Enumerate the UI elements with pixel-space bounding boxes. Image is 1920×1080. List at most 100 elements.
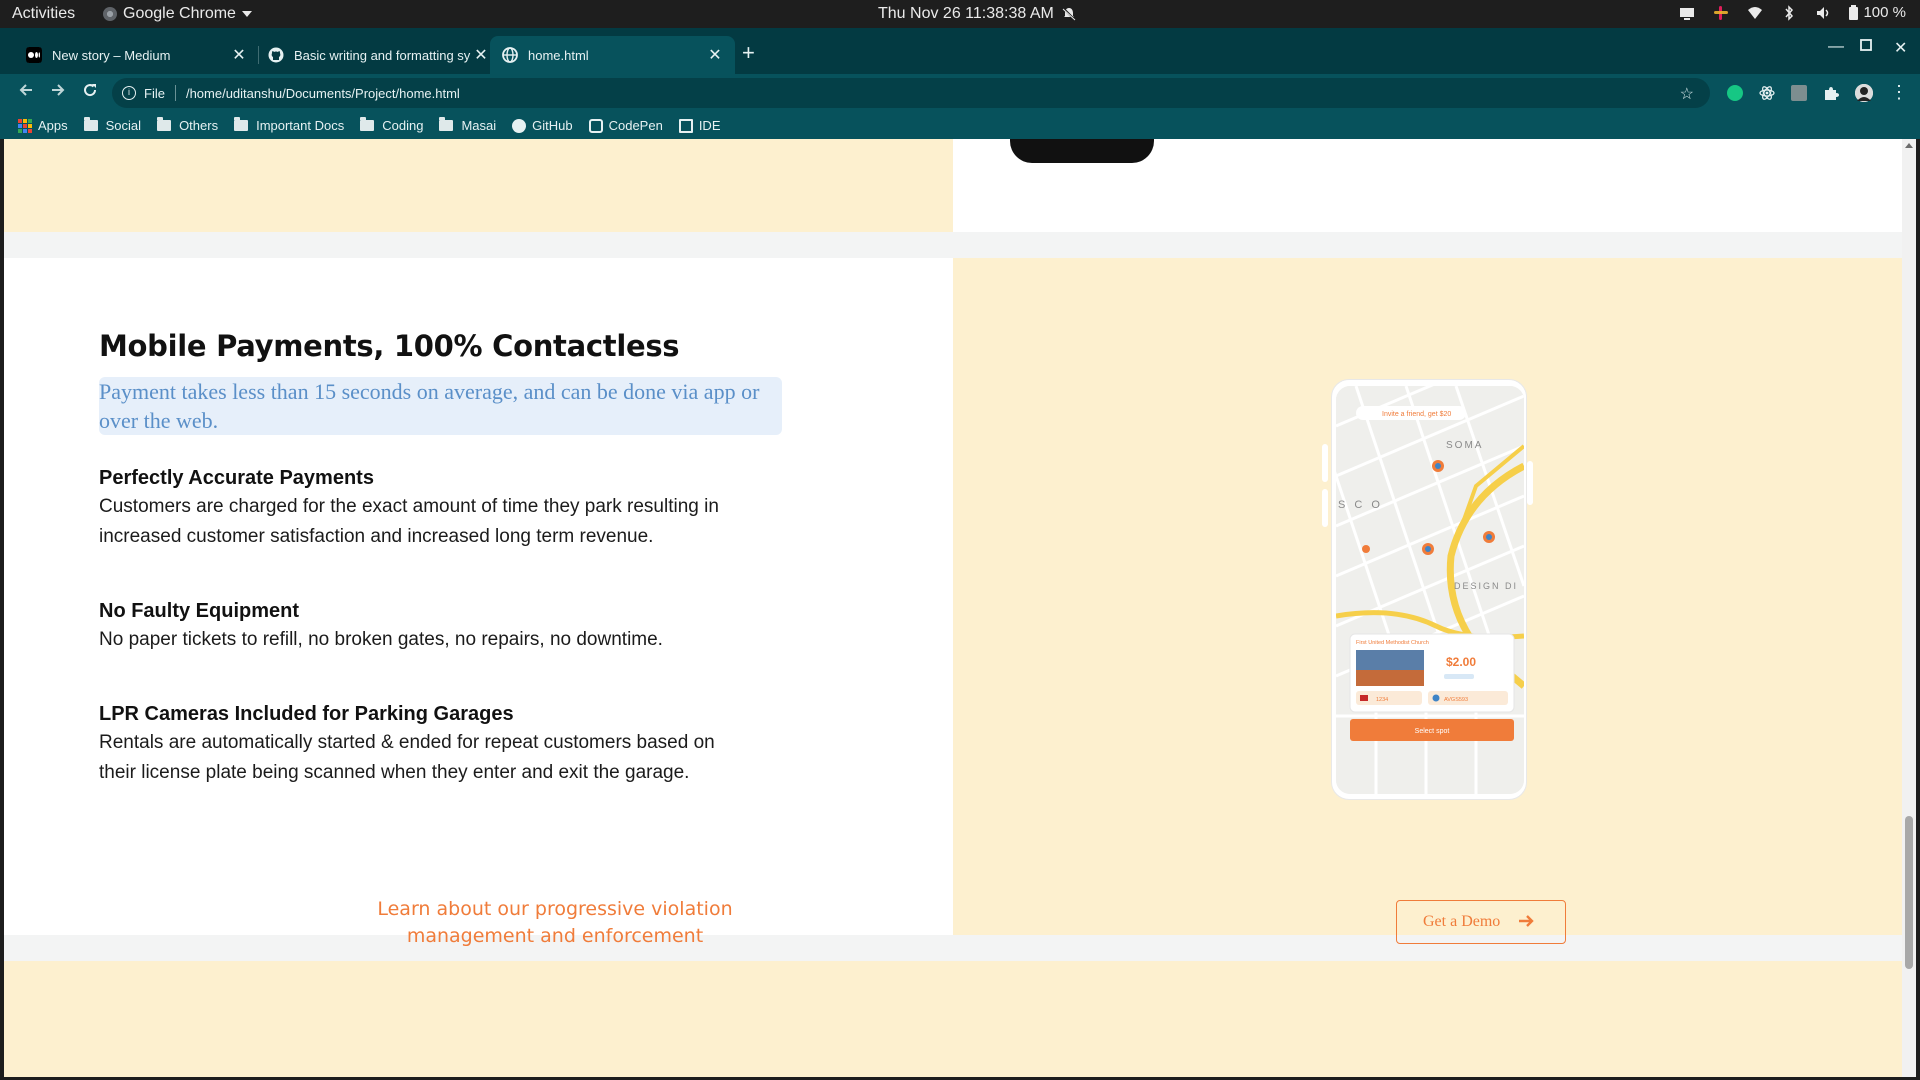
activities-button[interactable]: Activities bbox=[12, 5, 75, 23]
bookmark-ide[interactable]: IDE bbox=[678, 118, 720, 133]
address-url[interactable]: /home/uditanshu/Documents/Project/home.h… bbox=[186, 86, 460, 101]
svg-text:DESIGN DI: DESIGN DI bbox=[1454, 581, 1518, 591]
get-demo-button[interactable]: Get a Demo bbox=[1396, 900, 1566, 944]
bookmark-codepen[interactable]: CodePen bbox=[588, 118, 663, 133]
folder-icon bbox=[360, 117, 375, 131]
os-top-bar: Activities Google Chrome Thu Nov 26 11:3… bbox=[0, 0, 1920, 28]
github-icon bbox=[268, 47, 284, 63]
bookmark-others[interactable]: Others bbox=[157, 117, 219, 133]
clock[interactable]: Thu Nov 26 11:38:38 AM bbox=[878, 5, 1076, 23]
app-menu[interactable]: Google Chrome bbox=[103, 5, 252, 23]
tab-github[interactable]: Basic writing and formatting sy ✕ bbox=[256, 36, 501, 74]
tab-strip: New story – Medium ✕ Basic writing and f… bbox=[0, 28, 1920, 74]
close-icon[interactable]: ✕ bbox=[231, 45, 247, 65]
react-devtools-icon[interactable] bbox=[1759, 85, 1775, 101]
codepen-icon bbox=[588, 118, 603, 133]
folder-icon bbox=[83, 117, 98, 131]
browser-window: New story – Medium ✕ Basic writing and f… bbox=[0, 28, 1920, 139]
browser-toolbar: i File /home/uditanshu/Documents/Project… bbox=[0, 74, 1920, 112]
folder-icon bbox=[439, 117, 454, 131]
maximize-button[interactable] bbox=[1860, 38, 1872, 56]
svg-text:SOMA: SOMA bbox=[1446, 440, 1483, 451]
select-spot-button: Select spot bbox=[1415, 728, 1450, 735]
bookmark-github[interactable]: GitHub bbox=[512, 118, 573, 133]
arrow-right-icon bbox=[1518, 912, 1535, 933]
menu-kebab-icon[interactable]: ⋮ bbox=[1890, 82, 1908, 103]
scrollbar-thumb[interactable] bbox=[1905, 816, 1913, 969]
volume-icon[interactable] bbox=[1815, 5, 1831, 21]
tab-home-html[interactable]: home.html ✕ bbox=[490, 36, 735, 74]
bookmark-coding[interactable]: Coding bbox=[360, 117, 424, 133]
close-icon[interactable]: ✕ bbox=[707, 45, 723, 65]
info-icon[interactable]: i bbox=[122, 86, 136, 100]
new-tab-button[interactable]: + bbox=[742, 42, 755, 64]
battery-icon bbox=[1849, 5, 1859, 20]
bookmark-label: Apps bbox=[38, 118, 68, 133]
scroll-up-arrow-icon[interactable] bbox=[1905, 143, 1913, 148]
map-graphic: Invite a friend, get $20 SOMA S C O DESI… bbox=[1336, 386, 1524, 794]
minimize-button[interactable]: — bbox=[1828, 38, 1844, 56]
learn-violation-link[interactable]: Learn about our progressive violation ma… bbox=[365, 896, 745, 950]
next-section bbox=[4, 961, 1902, 1077]
reload-icon[interactable] bbox=[82, 82, 98, 103]
bookmark-masai[interactable]: Masai bbox=[439, 117, 497, 133]
svg-text:S C O: S C O bbox=[1338, 499, 1383, 511]
bookmark-label: Important Docs bbox=[256, 118, 345, 133]
display-icon[interactable] bbox=[1679, 5, 1695, 21]
invite-text: Invite a friend, get $20 bbox=[1382, 411, 1451, 418]
close-window-button[interactable]: ✕ bbox=[1894, 38, 1907, 58]
tab-title: Basic writing and formatting sy bbox=[294, 47, 471, 63]
feature-text: Customers are charged for the exact amou… bbox=[99, 496, 719, 547]
extension-icon[interactable] bbox=[1791, 85, 1807, 101]
app-name: Google Chrome bbox=[123, 5, 236, 22]
previous-section-left bbox=[4, 139, 953, 232]
phone-button bbox=[1322, 489, 1328, 527]
wifi-icon[interactable] bbox=[1747, 5, 1763, 21]
bookmark-apps[interactable]: Apps bbox=[18, 118, 68, 133]
page-scrollbar[interactable] bbox=[1902, 139, 1916, 1077]
apps-grid-icon bbox=[18, 118, 32, 133]
bookmark-label: GitHub bbox=[532, 118, 573, 133]
bookmark-label: Masai bbox=[461, 118, 497, 133]
bookmark-label: Coding bbox=[382, 118, 424, 133]
svg-text:$2.00: $2.00 bbox=[1446, 655, 1476, 669]
bookmark-social[interactable]: Social bbox=[83, 117, 142, 133]
folder-icon bbox=[157, 117, 172, 131]
bookmark-label: Social bbox=[105, 118, 142, 133]
bookmark-label: Others bbox=[179, 118, 219, 133]
chevron-down-icon bbox=[241, 11, 252, 17]
feature-text: Rentals are automatically started & ende… bbox=[99, 732, 715, 783]
app-store-badge[interactable] bbox=[1010, 139, 1154, 163]
address-scheme: File bbox=[144, 85, 165, 101]
bookmark-label: CodePen bbox=[608, 118, 663, 133]
folder-icon bbox=[234, 117, 249, 131]
puzzle-extensions-icon[interactable] bbox=[1823, 85, 1839, 101]
address-divider bbox=[174, 85, 176, 101]
tab-title: New story – Medium bbox=[52, 47, 171, 63]
address-bar[interactable]: i File /home/uditanshu/Documents/Project… bbox=[112, 78, 1710, 108]
back-arrow-icon[interactable] bbox=[18, 82, 34, 103]
slack-icon[interactable] bbox=[1713, 5, 1729, 21]
battery-indicator[interactable]: 100 % bbox=[1849, 4, 1906, 21]
feature-title: No Faulty Equipment bbox=[99, 600, 299, 622]
system-tray[interactable]: 100 % bbox=[1679, 4, 1906, 21]
section-subtitle: Payment takes less than 15 seconds on av… bbox=[99, 379, 760, 433]
tab-medium[interactable]: New story – Medium ✕ bbox=[14, 36, 259, 74]
phone-mockup: Invite a friend, get $20 SOMA S C O DESI… bbox=[1331, 379, 1527, 800]
profile-avatar[interactable] bbox=[1855, 84, 1873, 102]
clock-text: Thu Nov 26 11:38:38 AM bbox=[878, 5, 1054, 22]
bookmark-star-icon[interactable]: ☆ bbox=[1680, 84, 1694, 104]
parking-map: Invite a friend, get $20 SOMA S C O DESI… bbox=[1336, 386, 1524, 794]
bookmark-important-docs[interactable]: Important Docs bbox=[234, 117, 345, 133]
feature-title: Perfectly Accurate Payments bbox=[99, 467, 374, 489]
close-icon[interactable]: ✕ bbox=[473, 45, 489, 65]
globe-icon bbox=[502, 47, 518, 63]
phone-button bbox=[1322, 444, 1328, 482]
notifications-off-icon bbox=[1062, 7, 1076, 21]
phone-button bbox=[1527, 461, 1533, 505]
forward-arrow-icon[interactable] bbox=[50, 82, 66, 103]
bluetooth-icon[interactable] bbox=[1781, 4, 1797, 21]
grammarly-icon[interactable] bbox=[1727, 85, 1743, 101]
page-viewport: Mobile Payments, 100% Contactless Paymen… bbox=[4, 139, 1902, 1077]
github-icon bbox=[512, 118, 527, 133]
